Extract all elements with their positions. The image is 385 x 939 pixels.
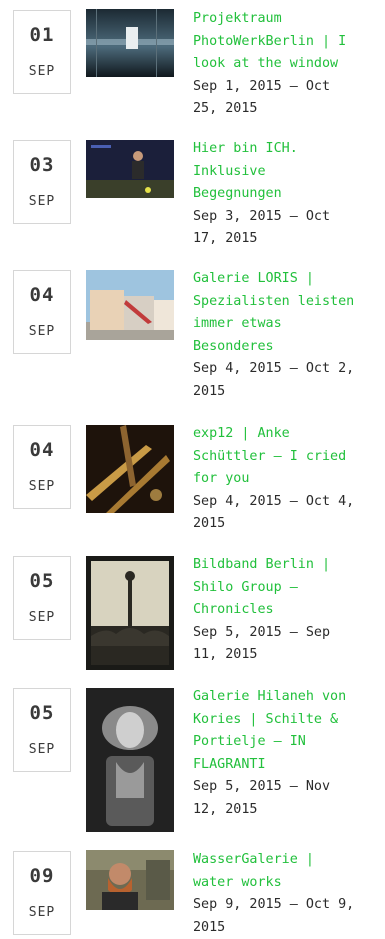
event-thumbnail[interactable] (86, 850, 174, 910)
event-title-line[interactable]: Begegnungen (193, 183, 381, 206)
date-badge: 03 SEP (13, 140, 71, 224)
event-title-line[interactable]: Chronicles (193, 599, 381, 622)
event-thumbnail[interactable] (86, 9, 174, 77)
event-dates-line: Sep 4, 2015 — Oct 2, (193, 358, 381, 381)
date-month: SEP (14, 742, 70, 757)
event-info: Galerie Hilaneh von Kories | Schilte & P… (193, 686, 381, 821)
event-title-line[interactable]: Spezialisten leisten (193, 291, 381, 314)
event-info: Projektraum PhotoWerkBerlin | I look at … (193, 8, 381, 121)
event-title-line[interactable]: immer etwas (193, 313, 381, 336)
date-badge: 05 SEP (13, 688, 71, 772)
date-month: SEP (14, 479, 70, 494)
event-thumbnail[interactable] (86, 140, 174, 198)
event-thumbnail[interactable] (86, 425, 174, 513)
date-day: 03 (14, 154, 70, 176)
event-dates-line: Sep 5, 2015 — Nov (193, 776, 381, 799)
event-dates-line: Sep 4, 2015 — Oct 4, (193, 491, 381, 514)
date-month: SEP (14, 324, 70, 339)
date-month: SEP (14, 610, 70, 625)
date-badge: 09 SEP (13, 851, 71, 935)
event-dates-line: Sep 3, 2015 — Oct (193, 206, 381, 229)
event-info: Hier bin ICH. Inklusive Begegnungen Sep … (193, 138, 381, 251)
date-month: SEP (14, 64, 70, 79)
event-title-line[interactable]: Kories | Schilte & (193, 709, 381, 732)
event-title-line[interactable]: Besonderes (193, 336, 381, 359)
date-badge: 01 SEP (13, 10, 71, 94)
event-dates-line: Sep 1, 2015 — Oct (193, 76, 381, 99)
event-title-line[interactable]: Shilo Group — (193, 577, 381, 600)
event-title-line[interactable]: WasserGalerie | (193, 849, 381, 872)
date-badge: 04 SEP (13, 270, 71, 354)
event-dates-line: 12, 2015 (193, 799, 381, 822)
event-dates-line: Sep 9, 2015 — Oct 9, (193, 894, 381, 917)
date-day: 05 (14, 570, 70, 592)
event-title-line[interactable]: FLAGRANTI (193, 754, 381, 777)
event-title-line[interactable]: Projektraum (193, 8, 381, 31)
event-title-line[interactable]: Inklusive (193, 161, 381, 184)
event-title-line[interactable]: Portielje — IN (193, 731, 381, 754)
date-badge: 04 SEP (13, 425, 71, 509)
event-title-line[interactable]: Bildband Berlin | (193, 554, 381, 577)
event-thumbnail[interactable] (86, 556, 174, 670)
date-day: 01 (14, 24, 70, 46)
event-dates-line: 11, 2015 (193, 644, 381, 667)
event-info: Galerie LORIS | Spezialisten leisten imm… (193, 268, 381, 403)
date-month: SEP (14, 905, 70, 920)
event-title-line[interactable]: PhotoWerkBerlin | I (193, 31, 381, 54)
date-day: 04 (14, 284, 70, 306)
event-dates-line: 2015 (193, 381, 381, 404)
date-day: 04 (14, 439, 70, 461)
event-info: exp12 | Anke Schüttler — I cried for you… (193, 423, 381, 536)
date-badge: 05 SEP (13, 556, 71, 640)
event-dates-line: 25, 2015 (193, 98, 381, 121)
event-title-line[interactable]: for you (193, 468, 381, 491)
event-title-line[interactable]: Schüttler — I cried (193, 446, 381, 469)
date-day: 09 (14, 865, 70, 887)
event-dates-line: 17, 2015 (193, 228, 381, 251)
event-title-line[interactable]: water works (193, 872, 381, 895)
event-title-line[interactable]: Hier bin ICH. (193, 138, 381, 161)
event-info: Bildband Berlin | Shilo Group — Chronicl… (193, 554, 381, 667)
event-title-line[interactable]: look at the window (193, 53, 381, 76)
event-dates-line: Sep 5, 2015 — Sep (193, 622, 381, 645)
event-thumbnail[interactable] (86, 270, 174, 340)
event-title-line[interactable]: Galerie LORIS | (193, 268, 381, 291)
event-dates-line: 2015 (193, 513, 381, 536)
event-title-line[interactable]: Galerie Hilaneh von (193, 686, 381, 709)
date-month: SEP (14, 194, 70, 209)
event-title-line[interactable]: exp12 | Anke (193, 423, 381, 446)
event-thumbnail[interactable] (86, 688, 174, 832)
date-day: 05 (14, 702, 70, 724)
event-info: WasserGalerie | water works Sep 9, 2015 … (193, 849, 381, 939)
